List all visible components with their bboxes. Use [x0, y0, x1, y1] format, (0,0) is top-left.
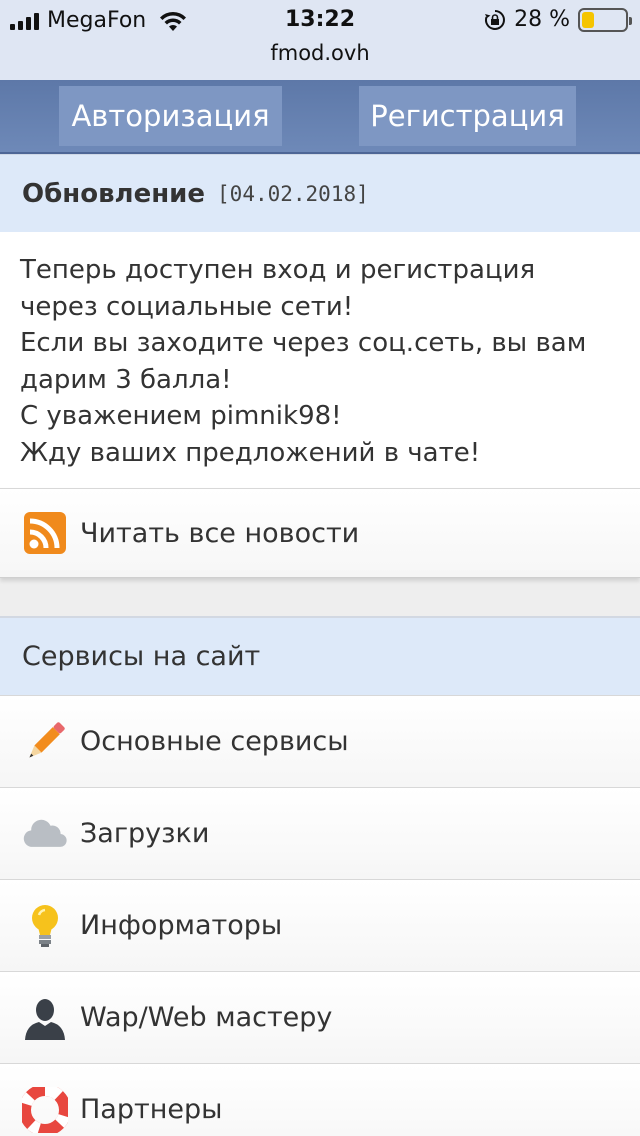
- auth-bar: Авторизация Регистрация: [0, 80, 640, 154]
- pencil-icon: [22, 719, 68, 765]
- register-button[interactable]: Регистрация: [359, 86, 576, 146]
- service-item-webmaster[interactable]: Wap/Web мастеру: [0, 971, 640, 1063]
- service-label: Wap/Web мастеру: [80, 1002, 333, 1033]
- service-item-partners[interactable]: Партнеры: [0, 1063, 640, 1136]
- news-line: С уважением pimnik98!: [20, 401, 342, 431]
- service-item-main[interactable]: Основные сервисы: [0, 695, 640, 787]
- service-label: Загрузки: [80, 818, 210, 849]
- services-header: Сервисы на сайт: [0, 618, 640, 695]
- battery-percent: 28 %: [514, 7, 570, 32]
- status-bar: MegaFon 13:22 28 % fmod.ovh: [0, 0, 640, 80]
- news-line: дарим 3 балла!: [20, 364, 232, 395]
- service-item-informers[interactable]: Информаторы: [0, 879, 640, 971]
- news-title: Обновление: [22, 178, 206, 209]
- service-label: Информаторы: [80, 910, 283, 941]
- service-label: Основные сервисы: [80, 726, 349, 757]
- news-line: Если вы заходите через соц.сеть, вы вам: [20, 328, 587, 358]
- service-label: Партнеры: [80, 1094, 223, 1125]
- news-date: [04.02.2018]: [217, 181, 369, 206]
- lightbulb-icon: [22, 903, 68, 949]
- news-line: через социальные сети!: [20, 291, 354, 322]
- news-line: Жду ваших предложений в чате!: [20, 437, 481, 468]
- lifebuoy-icon: [22, 1086, 68, 1133]
- read-all-news-link[interactable]: Читать все новости: [0, 488, 640, 578]
- news-line: Теперь доступен вход и регистрация: [20, 255, 536, 285]
- cloud-icon: [22, 811, 68, 857]
- service-item-downloads[interactable]: Загрузки: [0, 787, 640, 879]
- services-title: Сервисы на сайт: [22, 641, 261, 672]
- address-bar-url[interactable]: fmod.ovh: [0, 41, 640, 65]
- user-icon: [22, 995, 68, 1041]
- news-header: Обновление [04.02.2018]: [0, 154, 640, 232]
- rotation-lock-icon: [485, 9, 506, 30]
- news-body: Теперь доступен вход и регистрация через…: [0, 232, 640, 488]
- read-all-news-label: Читать все новости: [80, 517, 360, 549]
- services-section: Сервисы на сайт Основные сервисы Загрузк…: [0, 616, 640, 1136]
- rss-icon: [22, 510, 68, 556]
- status-right: 28 %: [484, 7, 632, 32]
- login-button[interactable]: Авторизация: [59, 86, 282, 146]
- battery-level: [582, 11, 594, 28]
- battery-icon: [578, 7, 632, 32]
